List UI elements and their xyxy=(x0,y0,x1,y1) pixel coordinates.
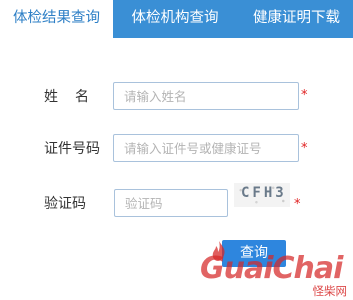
captcha-label: 验证码 xyxy=(44,196,86,212)
tab-health-certificate-download[interactable]: 健康证明下载 xyxy=(240,0,353,38)
tab-exam-result-query[interactable]: 体检结果查询 xyxy=(0,0,113,38)
id-number-input[interactable] xyxy=(113,134,299,162)
captcha-image[interactable]: CFH3 xyxy=(234,183,290,207)
id-number-label: 证件号码 xyxy=(44,141,100,157)
captcha-image-text: CFH3 xyxy=(241,185,287,201)
query-button[interactable]: 查询 xyxy=(222,240,286,267)
id-number-required-mark: * xyxy=(301,141,308,156)
tab-exam-institution-query[interactable]: 体检机构查询 xyxy=(120,0,230,38)
captcha-input[interactable] xyxy=(114,189,228,217)
name-input[interactable] xyxy=(113,82,299,110)
captcha-required-mark: * xyxy=(294,197,301,212)
name-label: 姓名 xyxy=(44,89,106,105)
watermark-sub: 怪柴网 xyxy=(312,284,348,298)
name-required-mark: * xyxy=(301,88,308,103)
tab-bar: 体检结果查询 体检机构查询 健康证明下载 xyxy=(0,0,353,38)
